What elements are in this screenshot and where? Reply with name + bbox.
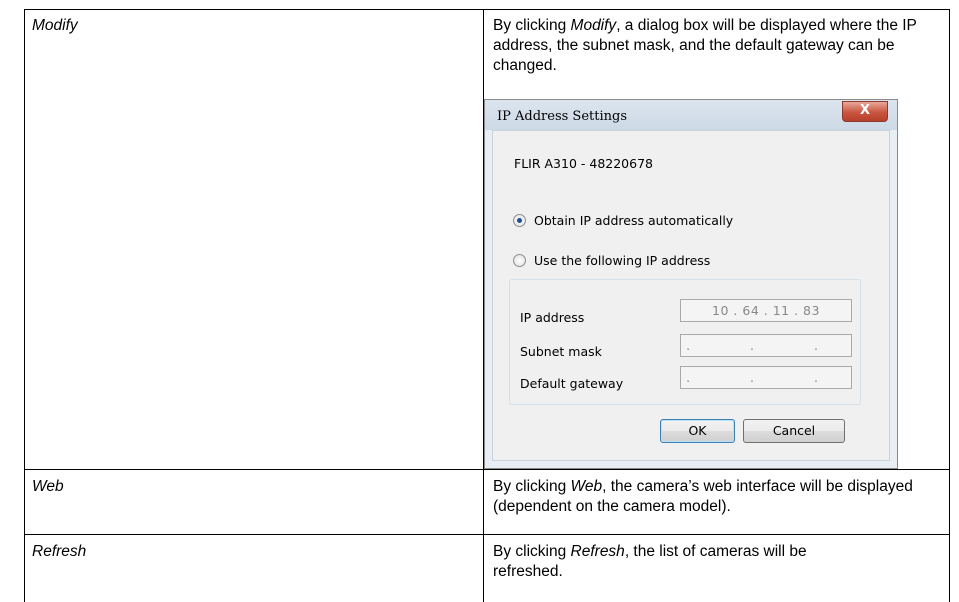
subnet-mask-label: Subnet mask <box>520 344 602 359</box>
radio-use-following[interactable]: Use the following IP address <box>513 253 710 268</box>
ip-address-label: IP address <box>520 310 585 325</box>
ip-address-settings-dialog: IP Address Settings X FLIR A310 - 482206… <box>484 99 898 469</box>
description-modify: By clicking Modify, a dialog box will be… <box>493 17 917 74</box>
dialog-title: IP Address Settings <box>497 109 627 124</box>
radio-obtain-automatically[interactable]: Obtain IP address automatically <box>513 213 733 228</box>
term-modify: Modify <box>32 17 78 34</box>
radio-unselected-icon[interactable] <box>513 254 526 267</box>
dialog-body: FLIR A310 - 48220678 Obtain IP address a… <box>492 130 890 461</box>
close-button[interactable]: X <box>842 101 888 122</box>
ip-address-field[interactable]: 10 . 64 . 11 . 83 <box>680 299 852 322</box>
table-row-desc: By clicking Modify, a dialog box will be… <box>484 9 950 99</box>
table-row: Modify <box>24 9 484 469</box>
default-gateway-label: Default gateway <box>520 376 624 391</box>
default-gateway-field[interactable]: . . . <box>680 366 852 389</box>
radio-selected-icon[interactable] <box>513 214 526 227</box>
cancel-button[interactable]: Cancel <box>743 419 845 443</box>
table-row: Web <box>24 470 484 534</box>
term-refresh: Refresh <box>32 543 87 560</box>
table-row-desc: By clicking Refresh, the list of cameras… <box>484 535 950 602</box>
device-name: FLIR A310 - 48220678 <box>514 156 653 171</box>
table-row: Refresh <box>24 535 484 602</box>
dialog-titlebar: IP Address Settings X <box>485 100 897 130</box>
ip-settings-group: IP address 10 . 64 . 11 . 83 Subnet mask… <box>509 279 861 405</box>
description-web: By clicking Web, the camera’s web interf… <box>493 478 913 515</box>
description-refresh: By clicking Refresh, the list of cameras… <box>493 543 807 580</box>
ok-button[interactable]: OK <box>660 419 735 443</box>
subnet-mask-field[interactable]: . . . <box>680 334 852 357</box>
table-row-desc: By clicking Web, the camera’s web interf… <box>484 470 950 534</box>
term-web: Web <box>32 478 64 495</box>
